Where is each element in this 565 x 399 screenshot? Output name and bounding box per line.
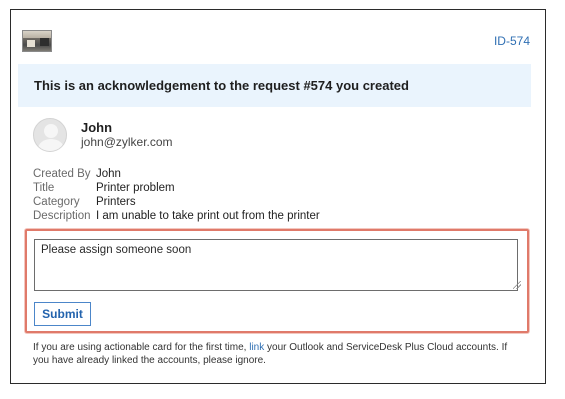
detail-value: Printers bbox=[96, 196, 136, 208]
detail-value: John bbox=[96, 168, 121, 180]
card-header: ID-574 bbox=[18, 18, 532, 64]
detail-row-title: Title Printer problem bbox=[33, 181, 320, 195]
request-details: Created By John Title Printer problem Ca… bbox=[33, 167, 320, 223]
comment-textarea[interactable]: Please assign someone soon bbox=[34, 239, 518, 291]
detail-label: Created By bbox=[33, 168, 91, 180]
requester-email: john@zylker.com bbox=[81, 135, 173, 149]
link-accounts-link[interactable]: link bbox=[249, 342, 264, 353]
company-logo-icon bbox=[22, 30, 52, 52]
acknowledgement-banner: This is an acknowledgement to the reques… bbox=[18, 64, 531, 107]
resize-grip-icon[interactable] bbox=[513, 281, 521, 289]
requester-info: John john@zylker.com bbox=[33, 118, 173, 152]
footnote: If you are using actionable card for the… bbox=[33, 341, 521, 367]
detail-value: Printer problem bbox=[96, 182, 175, 194]
detail-label: Title bbox=[33, 182, 55, 194]
comment-form-highlight: Please assign someone soon Submit bbox=[25, 229, 529, 333]
detail-row-category: Category Printers bbox=[33, 195, 320, 209]
detail-row-created-by: Created By John bbox=[33, 167, 320, 181]
detail-value: I am unable to take print out from the p… bbox=[96, 210, 320, 222]
ticket-id: ID-574 bbox=[493, 34, 530, 48]
footnote-text-before: If you are using actionable card for the… bbox=[33, 342, 250, 353]
requester-name: John bbox=[81, 120, 113, 135]
detail-label: Category bbox=[33, 196, 80, 208]
detail-row-description: Description I am unable to take print ou… bbox=[33, 209, 320, 223]
user-avatar-icon bbox=[33, 118, 67, 152]
submit-button[interactable]: Submit bbox=[34, 302, 91, 326]
detail-label: Description bbox=[33, 210, 91, 222]
